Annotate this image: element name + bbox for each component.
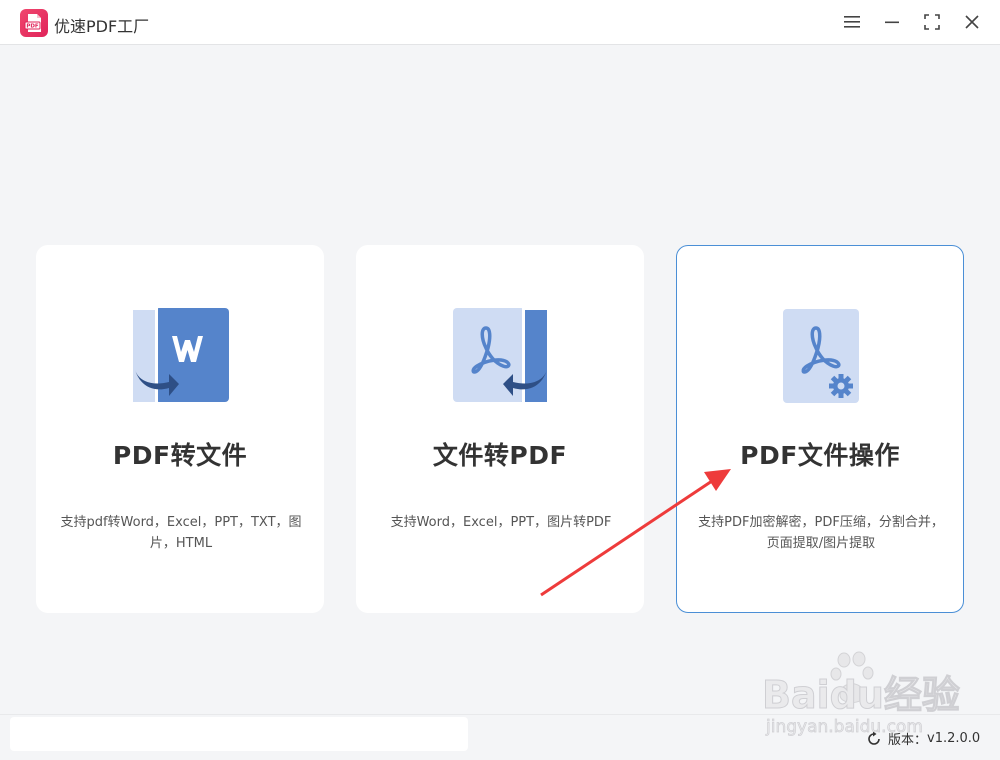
footer-message-area xyxy=(10,717,468,751)
card-pdf-to-file[interactable]: PDF转文件 支持pdf转Word，Excel，PPT，TXT，图片，HTML xyxy=(36,245,324,613)
minimize-icon xyxy=(885,21,899,24)
status-bar: 版本： v1.2.0.0 xyxy=(0,714,1000,760)
card-pdf-operations[interactable]: PDF文件操作 支持PDF加密解密，PDF压缩，分割合并，页面提取/图片提取 xyxy=(676,245,964,613)
card-description: 支持Word，Excel，PPT，图片转PDF xyxy=(390,515,612,530)
maximize-button[interactable] xyxy=(919,10,945,34)
gear-icon xyxy=(829,374,853,398)
version-label: 版本： xyxy=(888,733,928,748)
card-title: 文件转PDF xyxy=(432,441,568,470)
minimize-button[interactable] xyxy=(879,10,905,34)
app-logo: PDF xyxy=(20,9,48,37)
app-title: 优速PDF工厂 xyxy=(54,17,150,36)
file-to-pdf-icon xyxy=(453,308,549,404)
pdf-operations-icon xyxy=(773,308,869,404)
title-bar: PDF 优速PDF工厂 xyxy=(0,0,1000,45)
maximize-icon xyxy=(924,14,940,30)
version-value: v1.2.0.0 xyxy=(927,731,981,746)
card-title: PDF转文件 xyxy=(112,441,248,470)
card-file-to-pdf[interactable]: 文件转PDF 支持Word，Excel，PPT，图片转PDF xyxy=(356,245,644,613)
refresh-icon xyxy=(868,731,880,745)
close-icon xyxy=(965,15,979,29)
pdf-to-word-icon xyxy=(133,308,229,404)
logo-text: PDF xyxy=(26,24,39,30)
card-title: PDF文件操作 xyxy=(740,441,900,470)
close-button[interactable] xyxy=(959,10,985,34)
card-description: 支持PDF加密解密，PDF压缩，分割合并，页面提取/图片提取 xyxy=(698,515,944,551)
menu-icon xyxy=(844,16,860,28)
version-info[interactable]: 版本： v1.2.0.0 xyxy=(866,729,980,748)
menu-button[interactable] xyxy=(839,10,865,34)
pdf-logo-icon: PDF xyxy=(24,14,41,32)
card-description: 支持pdf转Word，Excel，PPT，TXT，图片，HTML xyxy=(60,515,302,551)
watermark-brand: Baidu经验 xyxy=(762,673,960,717)
